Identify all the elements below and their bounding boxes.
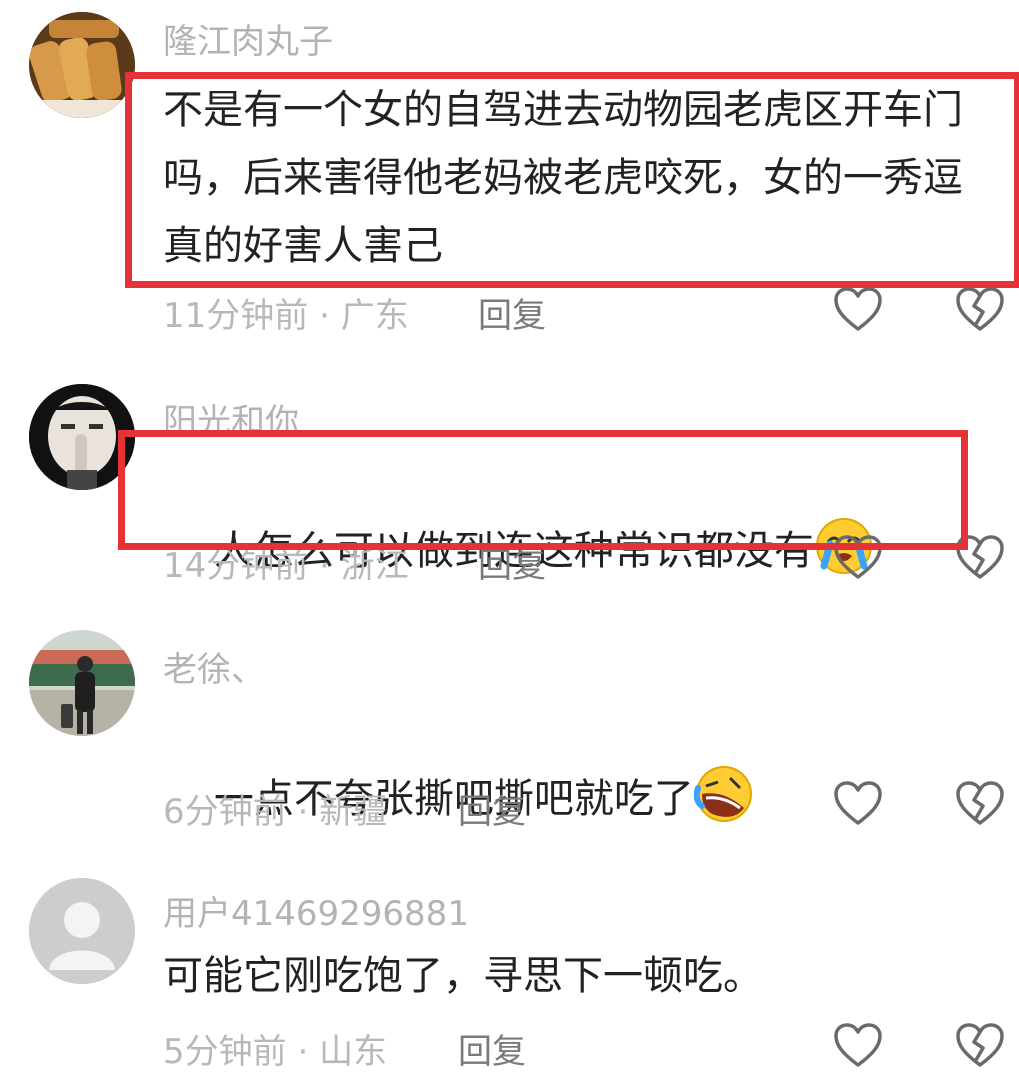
- food-avatar-icon: [29, 12, 135, 118]
- reply-button[interactable]: 回复: [478, 288, 546, 337]
- avatar[interactable]: [29, 878, 135, 984]
- avatar[interactable]: [29, 630, 135, 736]
- meta-separator: ·: [286, 1032, 320, 1072]
- heart-icon: [834, 1023, 882, 1067]
- like-button[interactable]: [832, 532, 884, 584]
- station-avatar-icon: [29, 630, 135, 736]
- comment-time: 11分钟前: [163, 296, 309, 336]
- comment-time: 14分钟前: [163, 546, 309, 586]
- heart-icon: [834, 287, 882, 331]
- dislike-button[interactable]: [954, 284, 1006, 336]
- comment-location: 山东: [319, 1032, 388, 1072]
- avatar[interactable]: [29, 12, 135, 118]
- avatar[interactable]: [29, 384, 135, 490]
- comment-meta: 11分钟前 · 广东: [163, 288, 409, 337]
- comment-username[interactable]: 老徐、: [163, 642, 265, 691]
- comment-item: 阳光和你 人怎么可以做到连这种常识都没有 14分钟前 · 浙江 回复: [0, 380, 1019, 600]
- comment-item: 用户41469296881 可能它刚吃饱了，寻思下一顿吃。 5分钟前 · 山东 …: [0, 874, 1019, 1072]
- comment-username[interactable]: 阳光和你: [163, 394, 299, 443]
- heart-icon: [834, 535, 882, 579]
- broken-heart-icon: [956, 1023, 1004, 1067]
- laughing-face-emoji: [693, 764, 754, 824]
- reply-button[interactable]: 回复: [458, 784, 526, 833]
- broken-heart-icon: [956, 781, 1004, 825]
- comment-location: 浙江: [340, 546, 409, 586]
- meta-separator: ·: [308, 546, 341, 586]
- meta-separator: ·: [308, 296, 341, 336]
- comment-time: 6分钟前: [163, 792, 287, 832]
- default-user-avatar-icon: [29, 878, 135, 984]
- like-button[interactable]: [832, 778, 884, 830]
- reply-button[interactable]: 回复: [458, 1024, 526, 1073]
- comment-text: 不是有一个女的自驾进去动物园老虎区开车门吗，后来害得他老妈被老虎咬死，女的一秀逗…: [163, 87, 963, 269]
- comment-item: 老徐、 一点不夸张撕吧撕吧就吃了 6分钟前 · 新疆 回复: [0, 628, 1019, 848]
- like-button[interactable]: [832, 284, 884, 336]
- reply-button[interactable]: 回复: [478, 538, 546, 587]
- comment-meta: 14分钟前 · 浙江: [163, 538, 409, 587]
- person-avatar-icon: [29, 384, 135, 490]
- comment-time: 5分钟前: [163, 1032, 287, 1072]
- comment-text: 可能它刚吃饱了，寻思下一顿吃。: [163, 953, 763, 999]
- dislike-button[interactable]: [954, 778, 1006, 830]
- dislike-button[interactable]: [954, 532, 1006, 584]
- comment-location: 广东: [340, 296, 409, 336]
- broken-heart-icon: [956, 535, 1004, 579]
- comment-username[interactable]: 隆江肉丸子: [163, 14, 333, 63]
- comment-username[interactable]: 用户41469296881: [163, 886, 469, 935]
- like-button[interactable]: [832, 1020, 884, 1072]
- comment-meta: 5分钟前 · 山东: [163, 1024, 387, 1073]
- dislike-button[interactable]: [954, 1020, 1006, 1072]
- comment-location: 新疆: [319, 792, 388, 832]
- meta-separator: ·: [286, 792, 320, 832]
- broken-heart-icon: [956, 287, 1004, 331]
- heart-icon: [834, 781, 882, 825]
- comment-item: 隆江肉丸子 不是有一个女的自驾进去动物园老虎区开车门吗，后来害得他老妈被老虎咬死…: [0, 0, 1019, 350]
- comment-meta: 6分钟前 · 新疆: [163, 784, 387, 833]
